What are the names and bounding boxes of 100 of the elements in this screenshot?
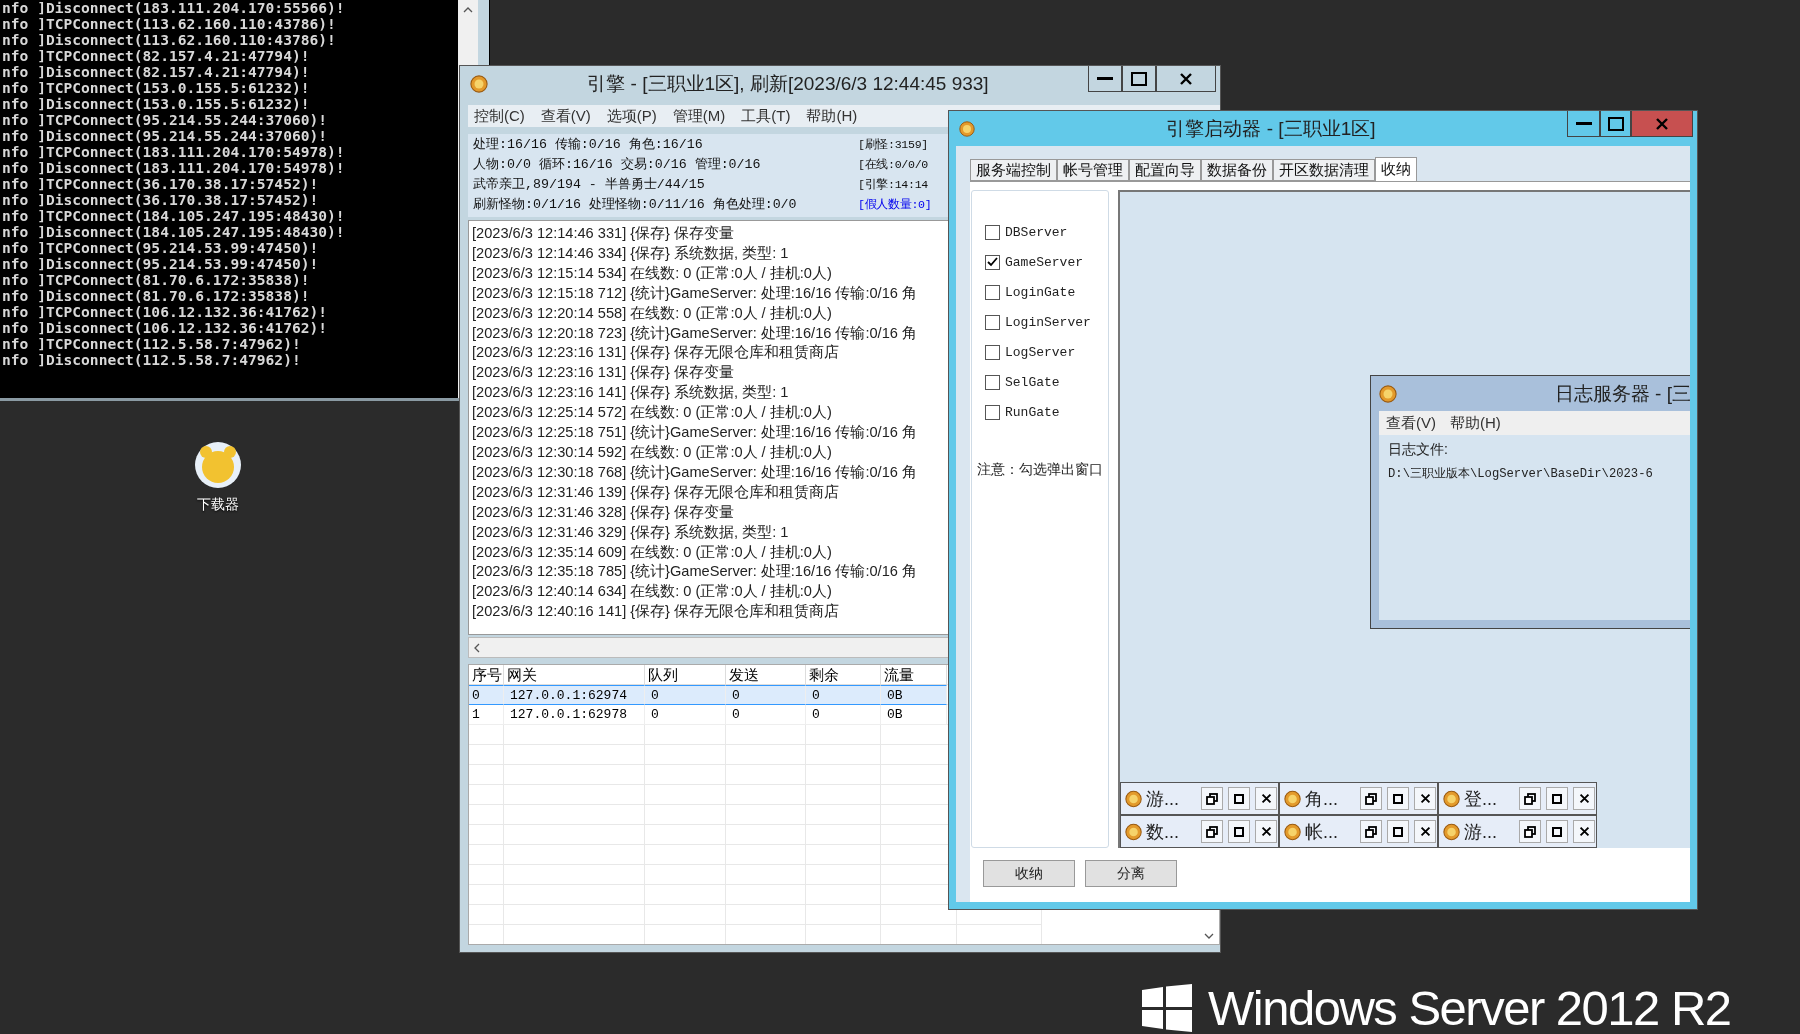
- close-icon: [1260, 793, 1272, 804]
- checkbox-label: GameServer: [1005, 254, 1083, 270]
- note-text: 注意：勾选弹出窗口: [977, 461, 1104, 479]
- log-file-label: 日志文件:: [1388, 441, 1449, 459]
- console-line: nfo ]TCPConnect(82.157.4.21:47794)!: [1, 48, 311, 64]
- minimized-window[interactable]: 登...: [1438, 782, 1597, 815]
- maximize-button[interactable]: [1387, 820, 1410, 843]
- maximize-button[interactable]: [1387, 787, 1410, 810]
- restore-icon: [1365, 792, 1378, 805]
- log-line: [2023/6/3 12:31:46 329] {保存} 系统数据, 类型: 1: [472, 522, 789, 542]
- log-line: [2023/6/3 12:15:14 534] 在线数: 0 (正常:0人 / 挂机:0人): [472, 263, 832, 283]
- close-button[interactable]: [1573, 820, 1595, 843]
- console-line: nfo ]Disconnect(184.105.247.195:48430)!: [1, 224, 346, 240]
- restore-button[interactable]: [1201, 820, 1224, 843]
- column-header[interactable]: 网关: [504, 665, 645, 685]
- checkbox[interactable]: [985, 254, 1000, 270]
- restore-button[interactable]: [1519, 820, 1542, 843]
- menu-item[interactable]: 控制(C): [474, 106, 525, 126]
- minimized-window[interactable]: 数...: [1120, 815, 1279, 848]
- scrollbar[interactable]: [468, 637, 948, 658]
- close-button[interactable]: [1414, 787, 1436, 810]
- checkbox[interactable]: [985, 284, 1000, 300]
- maximize-icon: [1552, 826, 1563, 837]
- restore-button[interactable]: [1360, 820, 1383, 843]
- tab[interactable]: 配置向导: [1129, 159, 1201, 181]
- tab[interactable]: 服务端控制: [970, 159, 1057, 181]
- minimize-button[interactable]: [1088, 66, 1122, 92]
- menu-item[interactable]: 管理(M): [672, 106, 726, 126]
- console-line: nfo ]TCPConnect(95.214.55.244:37060)!: [1, 112, 329, 128]
- close-button[interactable]: [1414, 820, 1436, 843]
- checkbox[interactable]: [985, 224, 1000, 240]
- status-text: 人物:0/0 循环:16/16 交易:0/16 管理:0/16: [473, 156, 762, 174]
- maximize-button[interactable]: [1546, 820, 1569, 843]
- tab[interactable]: 开区数据清理: [1273, 159, 1375, 181]
- column-header[interactable]: 发送: [726, 665, 806, 685]
- console-line: nfo ]Disconnect(113.62.160.110:43786)!: [1, 32, 337, 48]
- minimized-window[interactable]: 游...: [1438, 815, 1597, 848]
- window-title: 数...: [1146, 820, 1181, 844]
- status-text: [引擎:14:14: [858, 177, 929, 193]
- minimized-window[interactable]: 帐...: [1279, 815, 1438, 848]
- app-icon: [470, 74, 488, 93]
- table-cell: 0: [806, 685, 881, 705]
- minimize-button[interactable]: [1567, 111, 1600, 137]
- minimized-window[interactable]: 角...: [1279, 782, 1438, 815]
- console-line: nfo ]Disconnect(95.214.55.244:37060)!: [1, 128, 329, 144]
- window-title: 游...: [1464, 820, 1499, 844]
- menu-item[interactable]: 查看(V): [1386, 413, 1436, 433]
- maximize-button[interactable]: [1546, 787, 1569, 810]
- table-cell: 0: [469, 685, 504, 705]
- column-header[interactable]: 流量: [881, 665, 947, 685]
- menu-item[interactable]: 选项(P): [606, 106, 657, 126]
- console-line: nfo ]Disconnect(183.111.204.170:54978)!: [1, 160, 346, 176]
- close-button[interactable]: [1255, 787, 1277, 810]
- log-line: [2023/6/3 12:40:16 141] {保存} 保存无限仓库和租赁商店: [472, 602, 840, 622]
- minimized-window[interactable]: 游...: [1120, 782, 1279, 815]
- checkbox[interactable]: [985, 314, 1000, 330]
- menu-item[interactable]: 帮助(H): [806, 106, 858, 126]
- checkbox-label: LogServer: [1005, 344, 1076, 360]
- action-button[interactable]: 收纳: [983, 860, 1075, 887]
- status-link[interactable]: [假人数量:0]: [858, 195, 948, 215]
- column-header[interactable]: 剩余: [806, 665, 881, 685]
- console-line: nfo ]Disconnect(183.111.204.170:55566)!: [1, 0, 346, 16]
- checkbox[interactable]: [985, 374, 1000, 390]
- close-button[interactable]: [1255, 820, 1277, 843]
- log-line: [2023/6/3 12:25:18 751] {统计}GameServer: 处理:16/16 传输:0/16 角: [472, 423, 917, 443]
- maximize-button[interactable]: [1228, 820, 1251, 843]
- tab[interactable]: 帐号管理: [1057, 159, 1129, 181]
- console-line: nfo ]TCPConnect(112.5.58.7:47962)!: [1, 336, 302, 352]
- menu-item[interactable]: 帮助(H): [1450, 413, 1501, 433]
- app-icon: [1379, 384, 1397, 403]
- restore-button[interactable]: [1360, 787, 1383, 810]
- maximize-icon: [1393, 793, 1404, 804]
- console-line: nfo ]Disconnect(36.170.38.17:57452)!: [1, 192, 320, 208]
- close-button[interactable]: [1156, 66, 1216, 92]
- close-icon: [1179, 71, 1193, 86]
- checkbox[interactable]: [985, 344, 1000, 360]
- maximize-button[interactable]: [1122, 66, 1156, 92]
- checkbox[interactable]: [985, 404, 1000, 420]
- checkbox-label: LoginServer: [1005, 314, 1091, 330]
- tab[interactable]: 收纳: [1375, 157, 1417, 181]
- app-icon: [1443, 789, 1461, 808]
- maximize-button[interactable]: [1228, 787, 1251, 810]
- column-header[interactable]: 序号: [469, 665, 504, 685]
- console-line: nfo ]TCPConnect(184.105.247.195:48430)!: [1, 208, 346, 224]
- status-text: [在线:0/0/0: [858, 157, 929, 173]
- console-line: nfo ]TCPConnect(106.12.132.36:41762)!: [1, 304, 329, 320]
- column-header[interactable]: 队列: [645, 665, 726, 685]
- action-button[interactable]: 分离: [1085, 860, 1177, 887]
- console-line: nfo ]Disconnect(153.0.155.5:61232)!: [1, 96, 311, 112]
- close-icon: [1419, 826, 1431, 837]
- status-text: 武帝亲卫,89/194 - 半兽勇士/44/15: [473, 176, 706, 194]
- menu-item[interactable]: 查看(V): [540, 106, 591, 126]
- menu-item[interactable]: 工具(T): [741, 106, 791, 126]
- restore-button[interactable]: [1201, 787, 1224, 810]
- app-icon[interactable]: [193, 440, 243, 490]
- restore-button[interactable]: [1519, 787, 1542, 810]
- checkbox-label: RunGate: [1005, 404, 1060, 420]
- maximize-icon: [1607, 116, 1624, 131]
- tab[interactable]: 数据备份: [1201, 159, 1273, 181]
- close-button[interactable]: [1573, 787, 1595, 810]
